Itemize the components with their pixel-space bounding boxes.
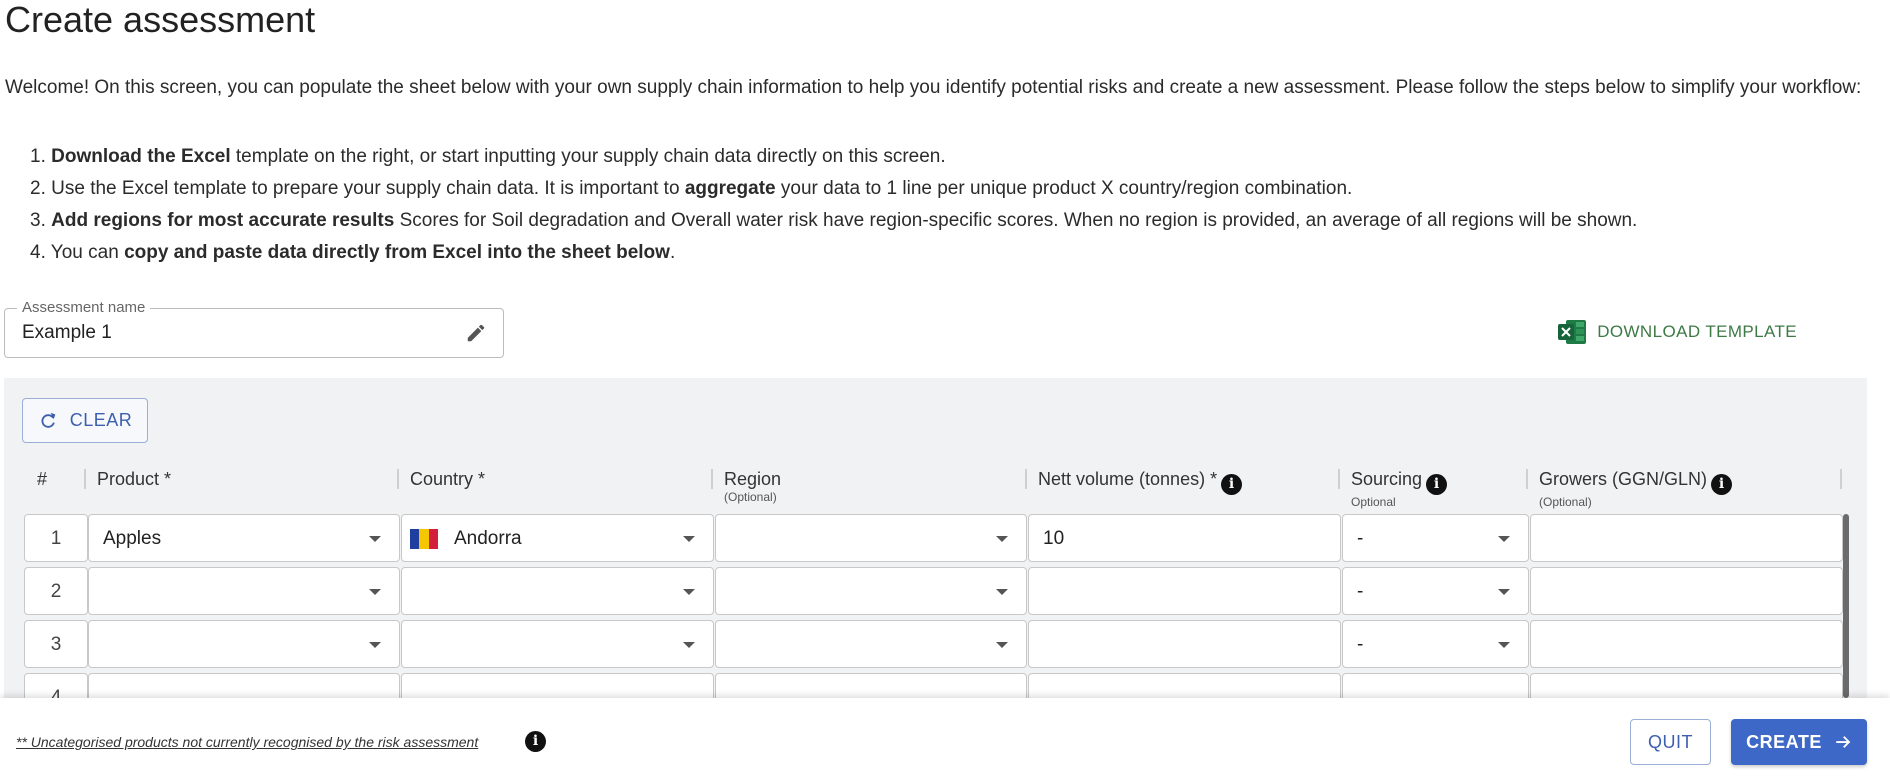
- assessment-name-value[interactable]: Example 1: [22, 322, 112, 344]
- column-separator[interactable]: [397, 469, 399, 489]
- column-header-product: Product *: [97, 469, 172, 489]
- column-separator[interactable]: [1025, 469, 1027, 489]
- column-separator[interactable]: [1526, 469, 1528, 489]
- volume-input[interactable]: 10: [1028, 514, 1341, 562]
- chevron-down-icon: [369, 642, 381, 648]
- product-select[interactable]: [88, 620, 400, 668]
- column-separator[interactable]: [1338, 469, 1340, 489]
- page-title: Create assessment: [5, 0, 316, 40]
- chevron-down-icon: [683, 642, 695, 648]
- country-select[interactable]: Andorra: [401, 514, 714, 562]
- volume-input[interactable]: [1028, 567, 1341, 615]
- volume-input[interactable]: [1028, 620, 1341, 668]
- pencil-icon[interactable]: [465, 322, 487, 344]
- volume-input[interactable]: [1028, 673, 1341, 698]
- column-header-sourcing: Sourcing i Optional: [1351, 468, 1448, 509]
- product-select[interactable]: Apples: [88, 514, 400, 562]
- andorra-flag-icon: [410, 529, 438, 549]
- sourcing-select[interactable]: -: [1342, 567, 1529, 615]
- download-template-button[interactable]: DOWNLOAD TEMPLATE: [1557, 318, 1797, 346]
- chevron-down-icon: [369, 536, 381, 542]
- column-header-country: Country *: [410, 469, 486, 489]
- chevron-down-icon: [996, 642, 1008, 648]
- sourcing-select[interactable]: -: [1342, 514, 1529, 562]
- uncategorised-footnote[interactable]: ** Uncategorised products not currently …: [16, 734, 478, 750]
- steps-list: 1. Download the Excel template on the ri…: [30, 141, 1637, 269]
- sheet-scrollbar[interactable]: [1843, 514, 1849, 698]
- sourcing-select[interactable]: [1342, 673, 1529, 698]
- download-template-label: DOWNLOAD TEMPLATE: [1597, 322, 1797, 341]
- region-select[interactable]: [715, 673, 1027, 698]
- row-number: 3: [24, 620, 88, 668]
- column-header-number: #: [37, 469, 48, 489]
- sheet-rows: 1 Apples Andorra 10 - 2 - 3 - 4: [4, 514, 1867, 698]
- column-header-growers: Growers (GGN/GLN) i (Optional): [1539, 468, 1733, 509]
- row-number: 4: [24, 673, 88, 698]
- growers-input[interactable]: [1530, 673, 1843, 698]
- row-number: 1: [24, 514, 88, 562]
- sourcing-select[interactable]: -: [1342, 620, 1529, 668]
- row-number: 2: [24, 567, 88, 615]
- clear-button[interactable]: CLEAR: [22, 398, 148, 443]
- assessment-name-field[interactable]: Assessment name Example 1: [4, 300, 504, 358]
- step-1: 1. Download the Excel template on the ri…: [30, 146, 946, 167]
- clear-label: CLEAR: [69, 410, 133, 430]
- chevron-down-icon: [1498, 642, 1510, 648]
- chevron-down-icon: [683, 589, 695, 595]
- intro-text: Welcome! On this screen, you can populat…: [5, 77, 1862, 98]
- column-header-region: Region (Optional): [724, 469, 782, 504]
- region-select[interactable]: [715, 620, 1027, 668]
- region-select[interactable]: [715, 567, 1027, 615]
- info-icon[interactable]: i: [1711, 474, 1733, 495]
- step-2: 2. Use the Excel template to prepare you…: [30, 178, 1353, 199]
- step-3: 3. Add regions for most accurate results…: [30, 210, 1638, 231]
- info-icon[interactable]: i: [1426, 474, 1448, 495]
- chevron-down-icon: [1498, 536, 1510, 542]
- chevron-down-icon: [683, 536, 695, 542]
- info-icon[interactable]: i: [1221, 474, 1243, 495]
- column-separator[interactable]: [84, 469, 86, 489]
- growers-input[interactable]: [1530, 620, 1843, 668]
- product-select[interactable]: [88, 673, 400, 698]
- growers-input[interactable]: [1530, 567, 1843, 615]
- chevron-down-icon: [996, 536, 1008, 542]
- country-select[interactable]: [401, 673, 714, 698]
- country-select[interactable]: [401, 567, 714, 615]
- excel-icon: [1558, 320, 1587, 344]
- footer-bar: ** Uncategorised products not currently …: [0, 698, 1890, 777]
- growers-input[interactable]: [1530, 514, 1843, 562]
- column-separator[interactable]: [711, 469, 713, 489]
- refresh-icon: [41, 412, 56, 428]
- region-select[interactable]: [715, 514, 1027, 562]
- chevron-down-icon: [996, 589, 1008, 595]
- assessment-name-label: Assessment name: [17, 300, 151, 316]
- supply-chain-sheet: CLEAR # Product * Country * Region (Optio…: [4, 378, 1867, 698]
- chevron-down-icon: [369, 589, 381, 595]
- step-4: 4. You can copy and paste data directly …: [30, 242, 676, 263]
- country-select[interactable]: [401, 620, 714, 668]
- quit-button[interactable]: QUIT: [1630, 719, 1711, 765]
- create-button[interactable]: CREATE: [1731, 719, 1867, 765]
- column-header-volume: Nett volume (tonnes) * i: [1038, 468, 1243, 495]
- info-icon[interactable]: i: [525, 731, 546, 752]
- arrow-right-icon: [1836, 736, 1851, 748]
- column-separator[interactable]: [1840, 469, 1842, 489]
- product-select[interactable]: [88, 567, 400, 615]
- chevron-down-icon: [1498, 589, 1510, 595]
